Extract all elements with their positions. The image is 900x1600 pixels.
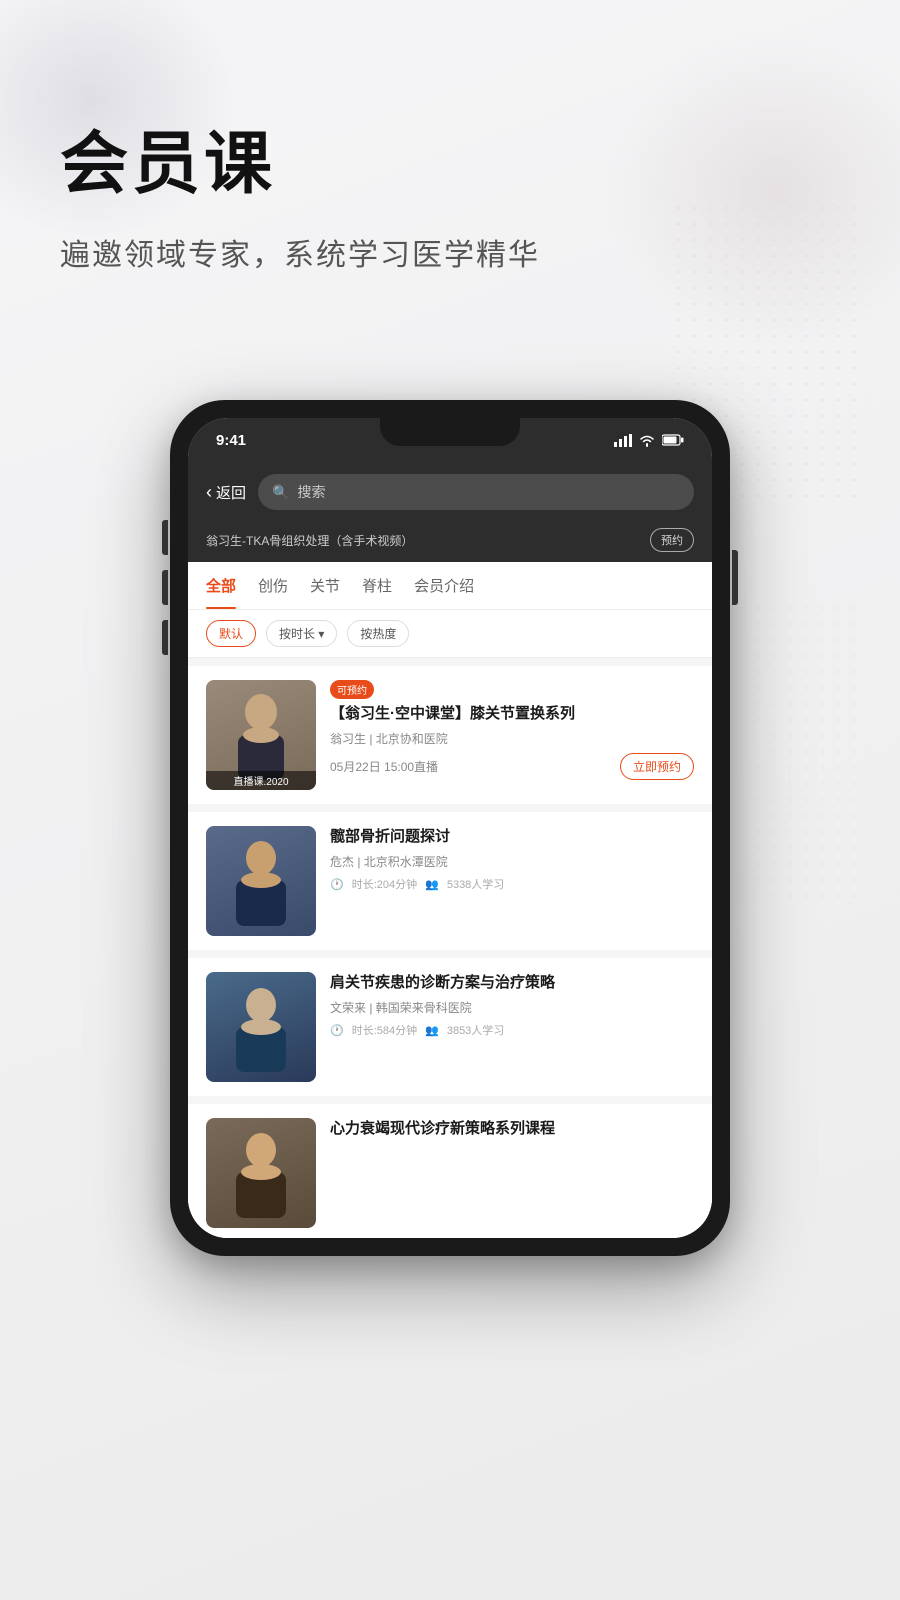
thumb-label-1: 直播课.2020 (206, 771, 316, 790)
content-area: 全部 创伤 关节 脊柱 会员介绍 (188, 562, 712, 1238)
course-info-4: 心力衰竭现代诊疗新策略系列课程 (330, 1118, 694, 1145)
course-title-2: 髋部骨折问题探讨 (330, 826, 694, 847)
people-icon-3: 👥 (425, 1024, 439, 1037)
tab-joint[interactable]: 关节 (310, 562, 340, 609)
tag-reservable-1: 可预约 (330, 680, 374, 699)
doctor-avatar-3 (226, 982, 296, 1072)
clock-icon-3: 🕐 (330, 1024, 344, 1037)
course-thumb-1: 直播课.2020 (206, 680, 316, 790)
search-placeholder: 搜索 (297, 482, 325, 502)
tab-spine-label: 脊柱 (362, 575, 392, 596)
learners-2: 5338人学习 (447, 876, 504, 892)
course-author-1: 翁习生 | 北京协和医院 (330, 730, 694, 747)
status-icons (614, 433, 684, 447)
back-arrow-icon: ‹ (206, 482, 212, 503)
course-info-1: 可预约 【翁习生·空中课堂】膝关节置换系列 翁习生 | 北京协和医院 05月22… (330, 680, 694, 780)
course-thumb-3 (206, 972, 316, 1082)
course-title-1: 【翁习生·空中课堂】膝关节置换系列 (330, 703, 694, 724)
tab-spine[interactable]: 脊柱 (362, 562, 392, 609)
battery-icon (662, 434, 684, 446)
filter-default-label: 默认 (219, 625, 243, 642)
clock-icon-2: 🕐 (330, 878, 344, 891)
course-title-3: 肩关节疾患的诊断方案与治疗策略 (330, 972, 694, 993)
tab-membership-label: 会员介绍 (414, 575, 474, 596)
course-thumb-2 (206, 826, 316, 936)
doctor-avatar-1 (226, 690, 296, 780)
doctor-avatar-4 (226, 1128, 296, 1218)
tab-all[interactable]: 全部 (206, 562, 236, 609)
duration-3: 时长:584分钟 (352, 1022, 417, 1038)
doctor-avatar-2 (226, 836, 296, 926)
course-card-4[interactable]: 心力衰竭现代诊疗新策略系列课程 (188, 1104, 712, 1238)
filter-row: 默认 按时长 ▾ 按热度 (188, 610, 712, 658)
notch (380, 418, 520, 446)
reserve-button-1[interactable]: 立即预约 (620, 753, 694, 780)
course-card-3[interactable]: 肩关节疾患的诊断方案与治疗策略 文荣来 | 韩国荣来骨科医院 🕐 时长:584分… (188, 958, 712, 1096)
phone-frame: 9:41 (170, 400, 730, 1256)
tab-membership[interactable]: 会员介绍 (414, 562, 474, 609)
signal-icon (614, 434, 632, 447)
course-meta-3: 🕐 时长:584分钟 👥 3853人学习 (330, 1022, 694, 1038)
tab-all-label: 全部 (206, 575, 236, 596)
search-bar[interactable]: 🔍 搜索 (258, 474, 694, 510)
hero-section: 会员课 遍邀领域专家，系统学习医学精华 (60, 130, 540, 274)
live-info-1: 05月22日 15:00直播 立即预约 (330, 753, 694, 780)
course-card-2[interactable]: 髋部骨折问题探讨 危杰 | 北京积水潭医院 🕐 时长:204分钟 👥 5338人… (188, 812, 712, 950)
tab-joint-label: 关节 (310, 575, 340, 596)
status-time: 9:41 (216, 432, 246, 449)
phone-screen: 9:41 (188, 418, 712, 1238)
filter-duration[interactable]: 按时长 ▾ (266, 620, 337, 647)
course-author-2: 危杰 | 北京积水潭医院 (330, 853, 694, 870)
breadcrumb-strip: 翁习生-TKA骨组织处理（含手术视频） 预约 (188, 522, 712, 562)
course-card-1[interactable]: 直播课.2020 可预约 【翁习生·空中课堂】膝关节置换系列 翁习生 | 北京协… (188, 666, 712, 804)
hero-subtitle: 遍邀领域专家，系统学习医学精华 (60, 230, 540, 274)
hero-title: 会员课 (60, 130, 540, 198)
tab-trauma-label: 创伤 (258, 575, 288, 596)
phone-mockup: 9:41 (170, 400, 730, 1256)
filter-duration-label: 按时长 ▾ (279, 625, 324, 642)
course-info-3: 肩关节疾患的诊断方案与治疗策略 文荣来 | 韩国荣来骨科医院 🕐 时长:584分… (330, 972, 694, 1038)
wifi-icon (638, 433, 656, 447)
nav-bar: ‹ 返回 🔍 搜索 (188, 462, 712, 522)
breadcrumb-text: 翁习生-TKA骨组织处理（含手术视频） (206, 532, 413, 549)
course-title-4: 心力衰竭现代诊疗新策略系列课程 (330, 1118, 694, 1139)
people-icon-2: 👥 (425, 878, 439, 891)
back-button[interactable]: ‹ 返回 (206, 482, 246, 503)
live-time-1: 05月22日 15:00直播 (330, 758, 438, 775)
tab-trauma[interactable]: 创伤 (258, 562, 288, 609)
filter-default[interactable]: 默认 (206, 620, 256, 647)
filter-heat-label: 按热度 (360, 625, 396, 642)
course-thumb-4 (206, 1118, 316, 1228)
status-bar: 9:41 (188, 418, 712, 462)
course-meta-2: 🕐 时长:204分钟 👥 5338人学习 (330, 876, 694, 892)
tabs-row: 全部 创伤 关节 脊柱 会员介绍 (188, 562, 712, 610)
filter-heat[interactable]: 按热度 (347, 620, 409, 647)
back-label: 返回 (216, 482, 246, 503)
course-info-2: 髋部骨折问题探讨 危杰 | 北京积水潭医院 🕐 时长:204分钟 👥 5338人… (330, 826, 694, 892)
learners-3: 3853人学习 (447, 1022, 504, 1038)
duration-2: 时长:204分钟 (352, 876, 417, 892)
course-author-3: 文荣来 | 韩国荣来骨科医院 (330, 999, 694, 1016)
course-tags-1: 可预约 (330, 680, 694, 699)
search-icon: 🔍 (272, 484, 289, 501)
breadcrumb-reserve-button[interactable]: 预约 (650, 528, 694, 552)
